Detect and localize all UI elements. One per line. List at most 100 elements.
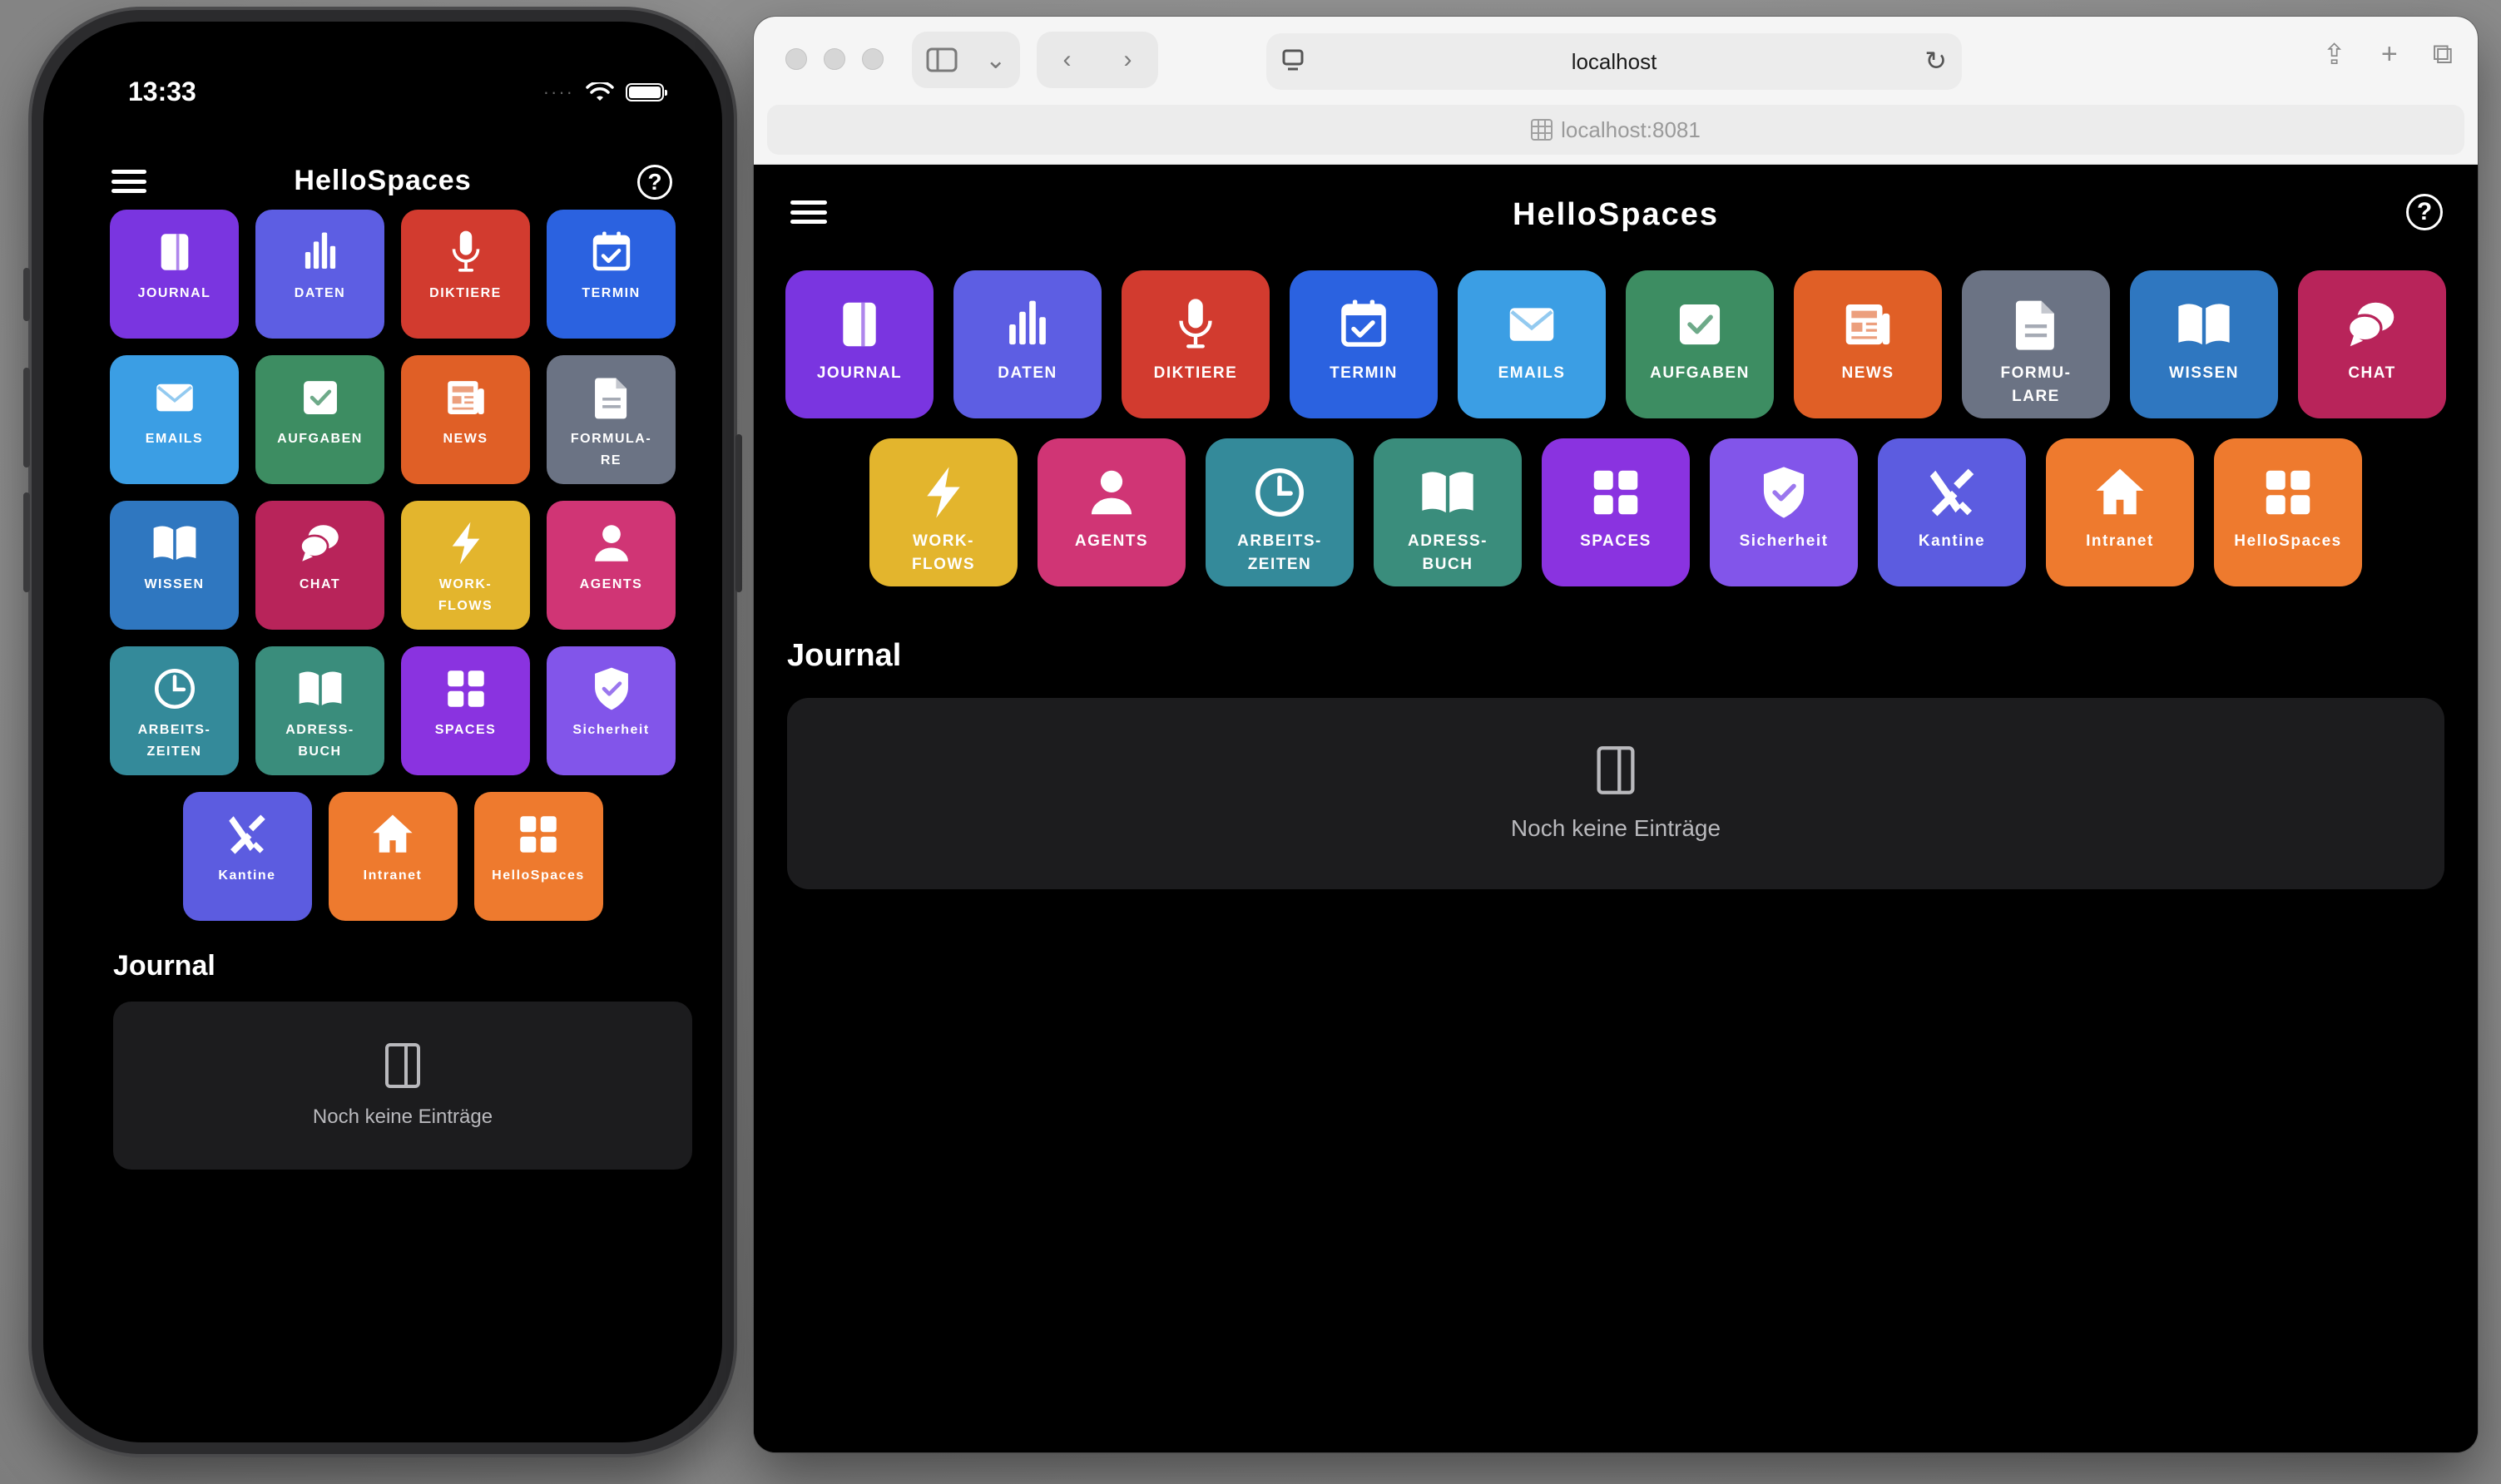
page-menu-icon[interactable] (1281, 48, 1305, 73)
web-viewport: HelloSpaces ? JOURNAL DATEN DIKTIERE TERMIN… (754, 166, 2478, 1452)
journal-icon (161, 234, 188, 270)
app-title: HelloSpaces (294, 165, 472, 196)
app-tile-agents[interactable]: AGENTS (547, 501, 676, 630)
tile-label: TERMIN (1330, 364, 1398, 382)
status-bar: 13:33 ···· (43, 22, 722, 163)
tile-label: AGENTS (1074, 532, 1149, 550)
tab-overview-icon[interactable]: ⧉ (2433, 38, 2453, 72)
app-tile-agents[interactable]: AGENTS (1038, 438, 1186, 586)
app-tile-adress-buch[interactable]: ADRESS- BUCH (255, 646, 384, 775)
app-tile-work-flows[interactable]: WORK- FLOWS (401, 501, 530, 630)
journal-icon (385, 1043, 420, 1088)
tile-row: Kantine Intranet HelloSpaces (102, 792, 684, 921)
app-tile-termin[interactable]: TERMIN (547, 210, 676, 339)
app-tile-emails[interactable]: EMAILS (1458, 270, 1606, 418)
tile-label: DIKTIERE (1153, 364, 1238, 382)
tile-label: AUFGABEN (1650, 364, 1750, 382)
tile-label: WISSEN (2169, 364, 2239, 382)
user-icon (1091, 470, 1132, 515)
tile-label: DATEN (294, 286, 346, 300)
tile-label: EMAILS (145, 432, 204, 446)
close-window-button[interactable] (785, 48, 807, 70)
phone-power-button (735, 434, 742, 592)
address-bar[interactable]: localhost:8081 (767, 105, 2464, 155)
app-tile-termin[interactable]: TERMIN (1290, 270, 1438, 418)
document-icon (594, 378, 626, 419)
chart-icon (305, 232, 335, 269)
app-tile-daten[interactable]: DATEN (953, 270, 1102, 418)
web-tile-grid: JOURNAL DATEN DIKTIERE TERMIN EMAILS AUFGABEN… (784, 270, 2448, 606)
mobile-tile-grid: JOURNAL DATEN DIKTIERE TERMIN EMAILS AUFGABEN… (102, 210, 684, 937)
app-tile-hellospaces[interactable]: HelloSpaces (2214, 438, 2362, 586)
app-tile-journal[interactable]: JOURNAL (785, 270, 934, 418)
tile-label: AUFGABEN (277, 432, 363, 446)
tab-title-bar[interactable]: localhost ↻ (1266, 33, 1962, 90)
minimize-window-button[interactable] (824, 48, 845, 70)
tile-label: FORMU- LARE (2000, 364, 2072, 405)
app-tile-sicherheit[interactable]: Sicherheit (547, 646, 676, 775)
app-title: HelloSpaces (1513, 197, 1719, 232)
app-tile-wissen[interactable]: WISSEN (2130, 270, 2278, 418)
tile-label: SPACES (434, 723, 497, 737)
sidebar-toggle-group: ⌄ (912, 32, 1020, 88)
app-tile-chat[interactable]: CHAT (2298, 270, 2446, 418)
status-icons: ···· (543, 82, 667, 103)
app-tile-hellospaces[interactable]: HelloSpaces (473, 792, 603, 921)
grid-icon (1593, 470, 1638, 515)
document-icon (2015, 300, 2054, 350)
share-icon[interactable]: ⇪ (2322, 38, 2346, 72)
app-tile-chat[interactable]: CHAT (255, 501, 384, 630)
app-tile-daten[interactable]: DATEN (255, 210, 384, 339)
forward-icon[interactable]: › (1124, 46, 1132, 74)
app-tile-news[interactable]: NEWS (1794, 270, 1942, 418)
app-tile-spaces[interactable]: SPACES (1542, 438, 1690, 586)
app-tile-arbeits-zeiten[interactable]: ARBEITS- ZEITEN (1206, 438, 1354, 586)
app-tile-spaces[interactable]: SPACES (401, 646, 530, 775)
app-tile-wissen[interactable]: WISSEN (110, 501, 239, 630)
zoom-window-button[interactable] (862, 48, 884, 70)
chevron-down-icon[interactable]: ⌄ (985, 46, 1006, 75)
app-tile-aufgaben[interactable]: AUFGABEN (1626, 270, 1774, 418)
sidebar-icon[interactable] (926, 47, 958, 72)
reload-icon[interactable]: ↻ (1924, 45, 1947, 77)
app-tile-sicherheit[interactable]: Sicherheit (1710, 438, 1858, 586)
app-tile-intranet[interactable]: Intranet (2046, 438, 2194, 586)
cutlery-icon (229, 814, 265, 854)
wifi-icon (586, 82, 614, 101)
app-tile-arbeits-zeiten[interactable]: ARBEITS- ZEITEN (110, 646, 239, 775)
tile-label: HelloSpaces (492, 868, 585, 883)
checkbox-icon (1679, 304, 1721, 345)
app-tile-adress-buch[interactable]: ADRESS- BUCH (1374, 438, 1522, 586)
tile-label: JOURNAL (816, 364, 903, 382)
navigation-group: ‹ › (1037, 32, 1158, 88)
app-tile-diktiere[interactable]: DIKTIERE (401, 210, 530, 339)
home-icon (2096, 468, 2144, 515)
app-tile-kantine[interactable]: Kantine (182, 792, 312, 921)
app-tile-kantine[interactable]: Kantine (1878, 438, 2026, 586)
tile-label: EMAILS (1498, 364, 1566, 382)
tile-label: ADRESS- BUCH (285, 723, 354, 759)
help-icon[interactable]: ? (2406, 194, 2443, 230)
grid-icon (447, 670, 484, 707)
app-tile-journal[interactable]: JOURNAL (110, 210, 239, 339)
chat-icon (2346, 302, 2395, 347)
help-icon[interactable]: ? (637, 165, 672, 200)
tile-label: NEWS (443, 432, 488, 446)
app-tile-diktiere[interactable]: DIKTIERE (1122, 270, 1270, 418)
app-tile-formu-lare[interactable]: FORMU- LARE (1962, 270, 2110, 418)
app-tile-aufgaben[interactable]: AUFGABEN (255, 355, 384, 484)
microphone-icon (452, 230, 479, 272)
new-tab-icon[interactable]: + (2381, 38, 2398, 72)
tile-row: JOURNAL DATEN DIKTIERE TERMIN (102, 210, 684, 339)
mobile-app-header: HelloSpaces ? (43, 146, 722, 213)
app-tile-work-flows[interactable]: WORK- FLOWS (869, 438, 1018, 586)
back-icon[interactable]: ‹ (1063, 46, 1072, 74)
app-tile-intranet[interactable]: Intranet (328, 792, 458, 921)
app-tile-news[interactable]: NEWS (401, 355, 530, 484)
toolbar-actions: ⇪ + ⧉ (2322, 38, 2453, 72)
app-tile-emails[interactable]: EMAILS (110, 355, 239, 484)
app-tile-formula-re[interactable]: FORMULA- RE (547, 355, 676, 484)
tile-label: TERMIN (582, 286, 641, 300)
journal-icon (1597, 746, 1635, 794)
tile-row: WISSEN CHAT WORK- FLOWS AGENTS (102, 501, 684, 630)
